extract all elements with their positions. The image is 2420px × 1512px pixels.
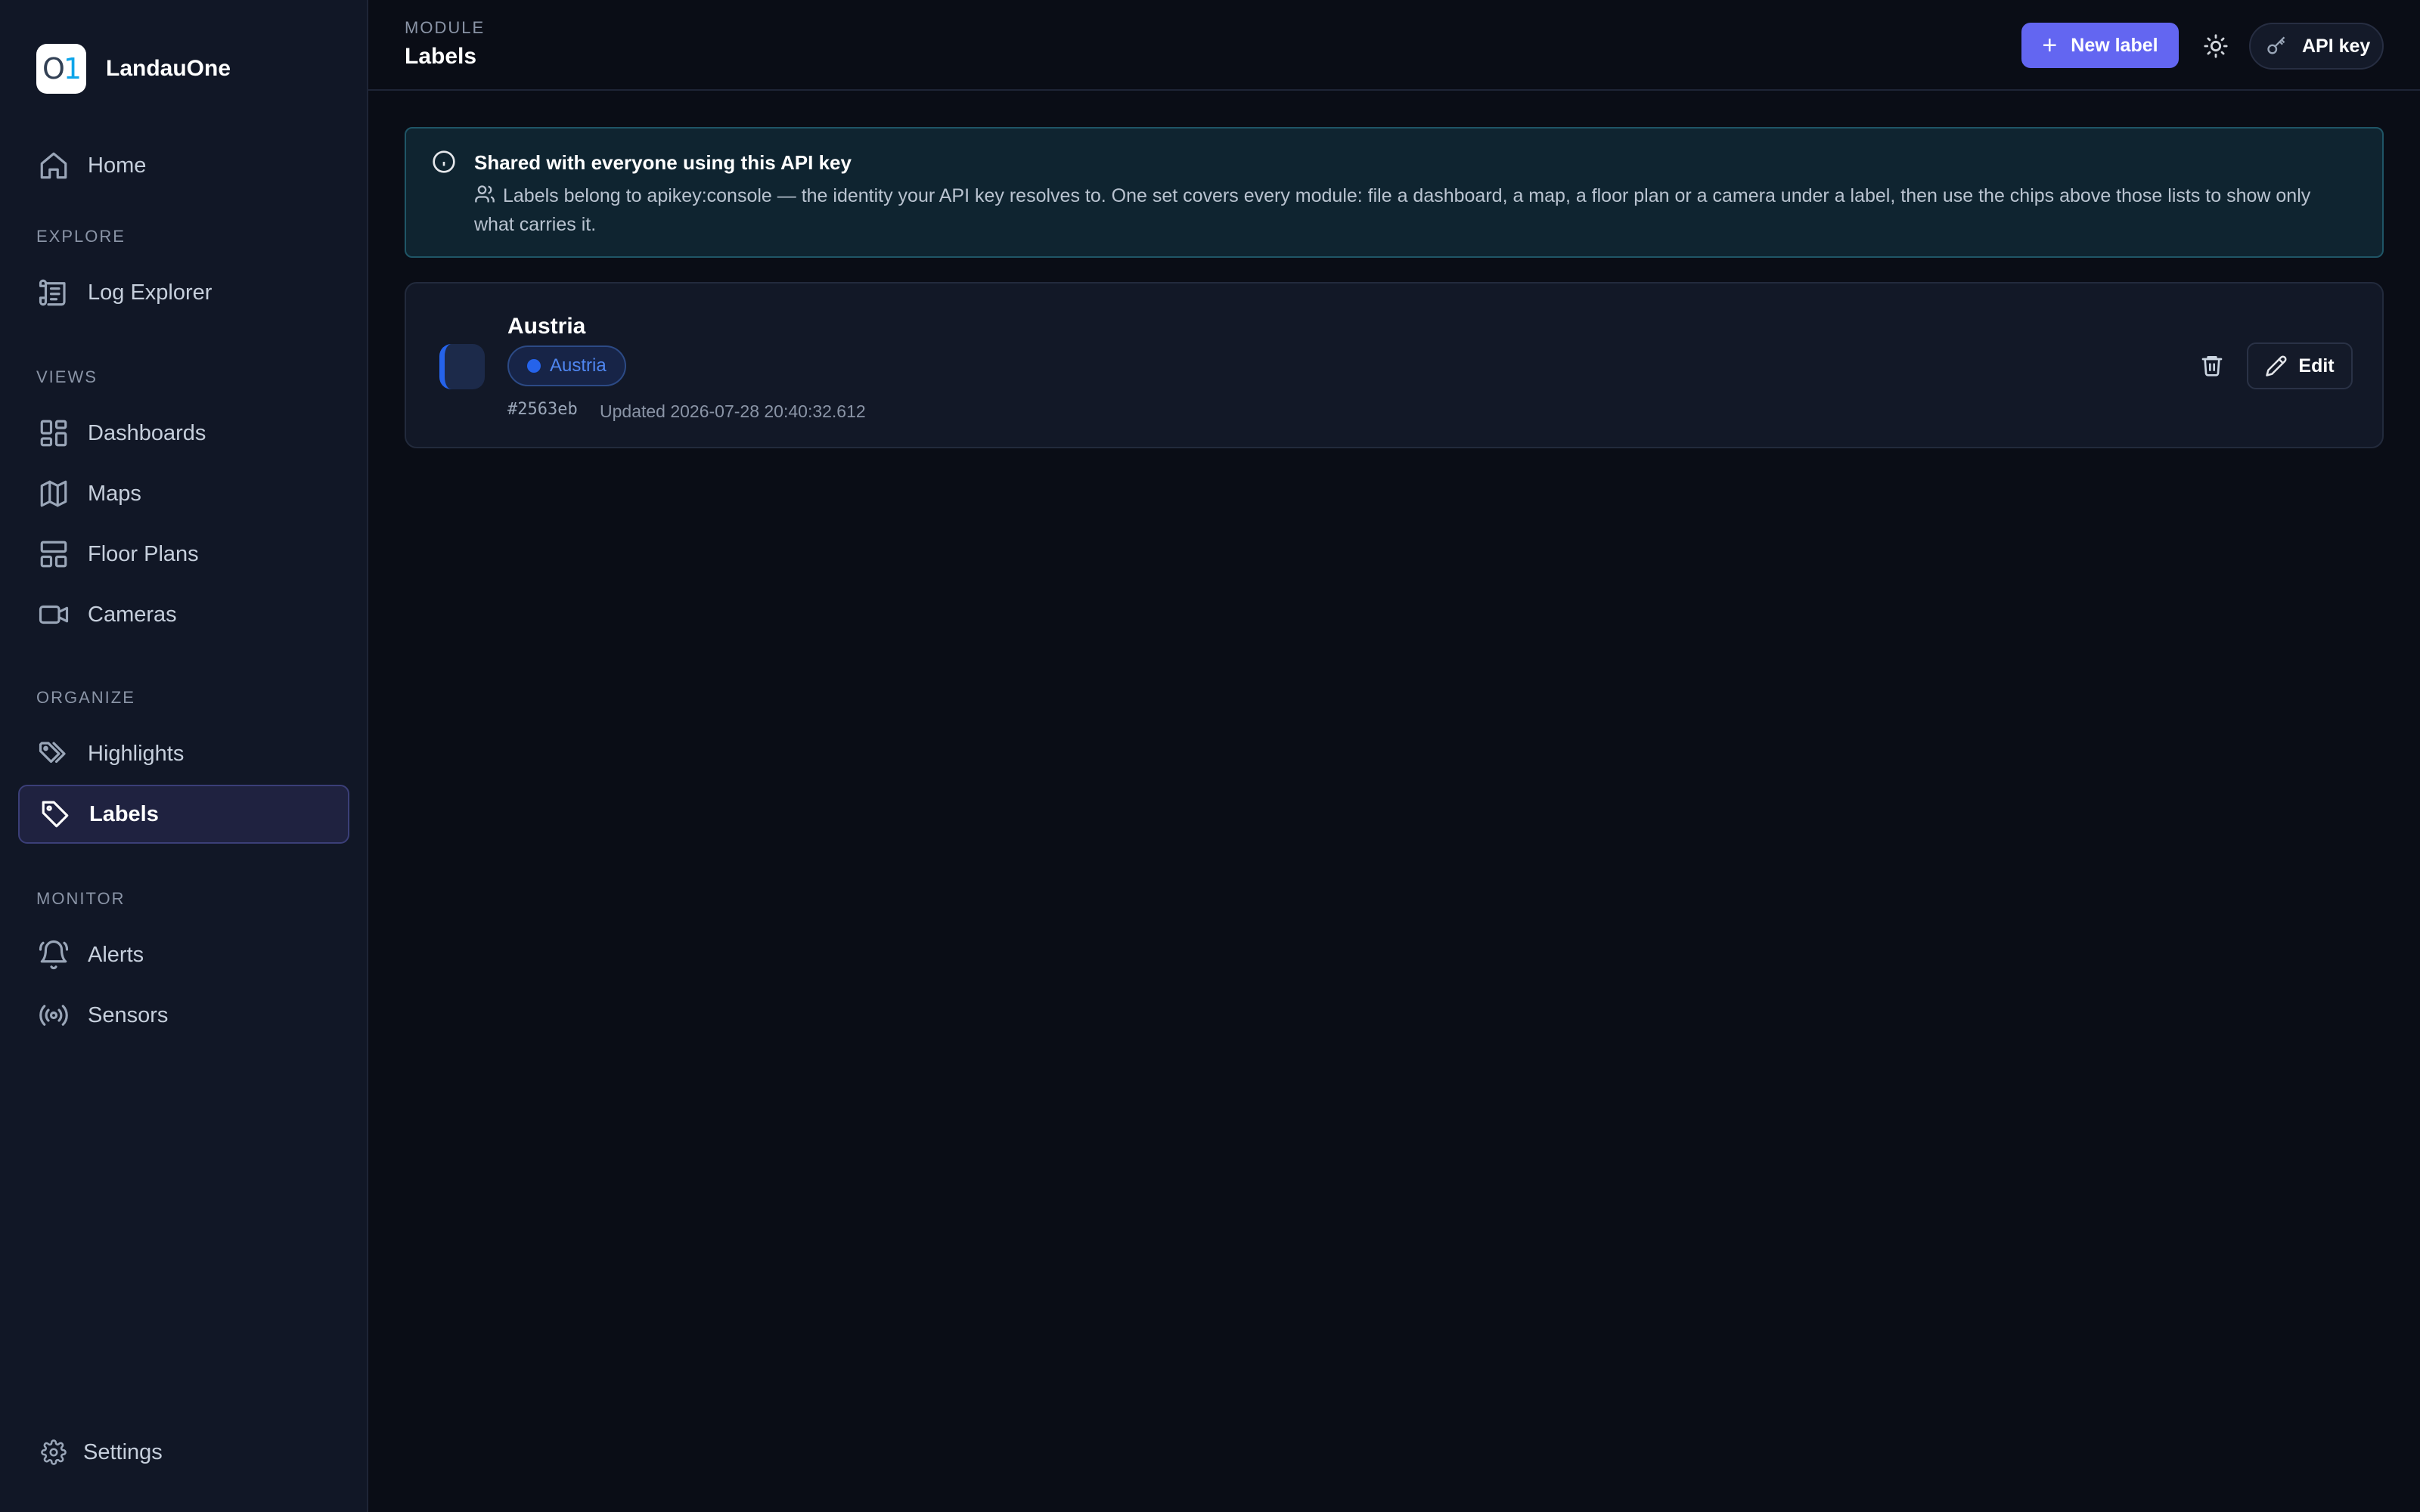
banner-body: Labels belong to apikey:console — the id… <box>474 181 2350 239</box>
page-title: Labels <box>405 44 477 69</box>
pencil-icon <box>2266 355 2287 376</box>
sidebar-item-cameras[interactable]: Cameras <box>18 585 349 644</box>
sidebar-item-home[interactable]: Home <box>18 136 349 195</box>
label-color-swatch <box>439 344 485 389</box>
api-key-button[interactable]: API key <box>2249 23 2384 70</box>
home-icon <box>38 150 70 181</box>
sidebar-item-highlights[interactable]: Highlights <box>18 724 349 783</box>
sidebar-item-floor-plans[interactable]: Floor Plans <box>18 525 349 584</box>
brand-logo: O1 <box>36 44 86 94</box>
radio-icon <box>38 999 70 1031</box>
top-header: MODULE Labels + New label API key <box>368 0 2420 91</box>
section-monitor: MONITOR <box>36 889 126 908</box>
sidebar-item-label: Home <box>88 153 147 178</box>
brand[interactable]: O1 LandauOne <box>36 44 231 94</box>
label-chip-text: Austria <box>550 355 607 376</box>
label-chip[interactable]: Austria <box>507 345 626 386</box>
banner-body-text: Labels belong to apikey:console — the id… <box>474 185 2311 235</box>
info-icon <box>432 150 456 174</box>
edit-label-button[interactable]: Edit <box>2247 342 2353 389</box>
sidebar-item-labels[interactable]: Labels <box>18 785 349 844</box>
sidebar: O1 LandauOne Home EXPLORE Log Explorer V… <box>0 0 368 1512</box>
api-key-button-text: API key <box>2302 35 2371 57</box>
edit-button-text: Edit <box>2298 355 2335 376</box>
sidebar-item-maps[interactable]: Maps <box>18 464 349 523</box>
scroll-icon <box>38 277 70 308</box>
sidebar-item-label: Cameras <box>88 602 177 627</box>
sidebar-item-alerts[interactable]: Alerts <box>18 925 349 984</box>
sidebar-item-label: Sensors <box>88 1002 169 1027</box>
dashboard-icon <box>38 417 70 449</box>
key-icon <box>2267 36 2285 54</box>
sidebar-item-label: Settings <box>83 1439 163 1464</box>
sidebar-item-log-explorer[interactable]: Log Explorer <box>18 263 349 322</box>
module-label: MODULE <box>405 18 486 37</box>
tags-icon <box>38 738 70 770</box>
sidebar-item-label: Highlights <box>88 741 185 766</box>
section-organize: ORGANIZE <box>36 688 135 707</box>
section-explore: EXPLORE <box>36 227 126 246</box>
sidebar-item-label: Labels <box>89 801 159 826</box>
sun-icon <box>2204 34 2228 58</box>
tag-icon <box>39 798 71 830</box>
label-updated: Updated 2026-07-28 20:40:32.612 <box>600 401 866 421</box>
section-views: VIEWS <box>36 367 98 386</box>
sidebar-item-sensors[interactable]: Sensors <box>18 986 349 1045</box>
users-icon <box>474 184 495 205</box>
chip-dot <box>527 359 541 373</box>
label-name: Austria <box>507 314 586 339</box>
sidebar-item-label: Maps <box>88 481 141 506</box>
trash-icon <box>2201 356 2223 376</box>
new-label-button[interactable]: + New label <box>2021 23 2179 68</box>
info-banner: Shared with everyone using this API key … <box>405 127 2384 258</box>
theme-toggle-button[interactable] <box>2198 29 2233 64</box>
new-label-button-text: New label <box>2071 34 2158 56</box>
sidebar-item-label: Floor Plans <box>88 541 199 566</box>
sidebar-item-label: Alerts <box>88 942 144 967</box>
delete-label-button[interactable] <box>2197 350 2227 380</box>
sidebar-item-label: Dashboards <box>88 420 206 445</box>
gear-icon <box>38 1436 70 1468</box>
plus-icon: + <box>2042 31 2058 60</box>
banner-title: Shared with everyone using this API key <box>474 151 852 174</box>
label-hex: #2563eb <box>507 400 578 419</box>
bell-icon <box>38 939 70 971</box>
sidebar-item-dashboards[interactable]: Dashboards <box>18 404 349 463</box>
floor-plan-icon <box>38 538 70 570</box>
brand-name: LandauOne <box>106 56 231 81</box>
label-card: Austria Austria #2563eb Updated 2026-07-… <box>405 282 2384 448</box>
map-icon <box>38 478 70 510</box>
sidebar-item-label: Log Explorer <box>88 280 213 305</box>
camera-icon <box>38 599 70 631</box>
sidebar-item-settings[interactable]: Settings <box>18 1423 349 1482</box>
